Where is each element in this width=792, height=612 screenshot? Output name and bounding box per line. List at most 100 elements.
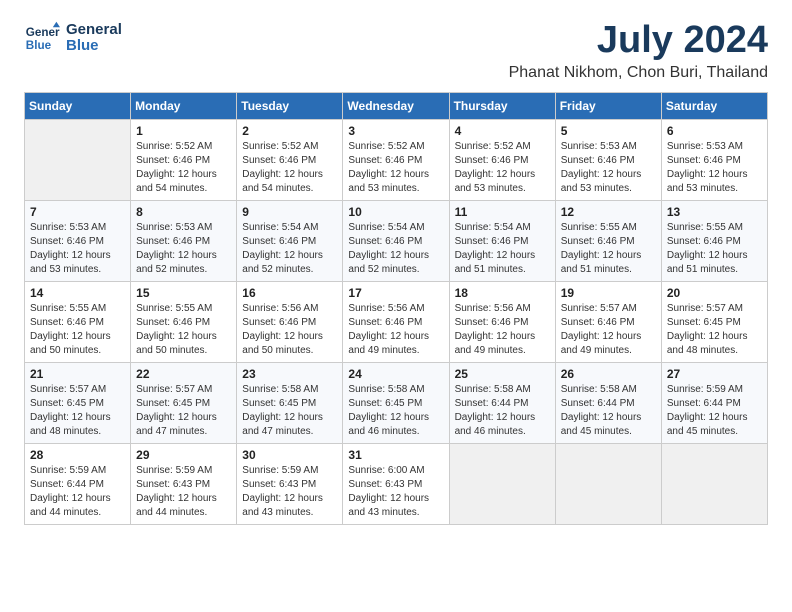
calendar-cell: 9 Sunrise: 5:54 AM Sunset: 6:46 PM Daylig… <box>237 200 343 281</box>
calendar-cell: 18Sunrise: 5:56 AM Sunset: 6:46 PM Dayli… <box>449 281 555 362</box>
calendar-week-row: 21Sunrise: 5:57 AM Sunset: 6:45 PM Dayli… <box>25 362 768 443</box>
day-number: 15 <box>136 286 231 300</box>
location-title: Phanat Nikhom, Chon Buri, Thailand <box>509 64 768 82</box>
day-info: Sunrise: 5:55 AM Sunset: 6:46 PM Dayligh… <box>561 221 656 277</box>
calendar-cell: 1 Sunrise: 5:52 AM Sunset: 6:46 PM Daylig… <box>131 119 237 200</box>
calendar-cell: 13 Sunrise: 5:55 AM Sunset: 6:46 PM Dayli… <box>661 200 767 281</box>
day-number: 3 <box>348 124 443 138</box>
calendar-cell: 24 Sunrise: 5:58 AM Sunset: 6:45 PM Dayli… <box>343 362 449 443</box>
day-number: 6 <box>667 124 762 138</box>
day-of-week-header: Sunday <box>25 92 131 119</box>
day-info: Sunrise: 6:00 AM Sunset: 6:43 PM Dayligh… <box>348 464 443 520</box>
day-info: Sunrise: 5:57 AM Sunset: 6:46 PM Dayligh… <box>561 302 656 358</box>
day-number: 18 <box>455 286 550 300</box>
logo-icon: General Blue <box>24 20 60 56</box>
calendar-cell: 8 Sunrise: 5:53 AM Sunset: 6:46 PM Daylig… <box>131 200 237 281</box>
calendar-cell: 12 Sunrise: 5:55 AM Sunset: 6:46 PM Dayli… <box>555 200 661 281</box>
day-number: 25 <box>455 367 550 381</box>
calendar-cell: 20 Sunrise: 5:57 AM Sunset: 6:45 PM Dayli… <box>661 281 767 362</box>
day-number: 31 <box>348 448 443 462</box>
logo-text: General Blue <box>66 22 122 55</box>
calendar-cell: 6 Sunrise: 5:53 AM Sunset: 6:46 PM Daylig… <box>661 119 767 200</box>
day-info: Sunrise: 5:52 AM Sunset: 6:46 PM Dayligh… <box>242 140 337 196</box>
day-number: 13 <box>667 205 762 219</box>
day-info: Sunrise: 5:59 AM Sunset: 6:43 PM Dayligh… <box>242 464 337 520</box>
svg-text:General: General <box>26 26 60 39</box>
day-info: Sunrise: 5:55 AM Sunset: 6:46 PM Dayligh… <box>136 302 231 358</box>
calendar-cell: 29Sunrise: 5:59 AM Sunset: 6:43 PM Dayli… <box>131 443 237 524</box>
calendar-cell: 26 Sunrise: 5:58 AM Sunset: 6:44 PM Dayli… <box>555 362 661 443</box>
day-of-week-header: Friday <box>555 92 661 119</box>
day-of-week-header: Saturday <box>661 92 767 119</box>
day-info: Sunrise: 5:58 AM Sunset: 6:44 PM Dayligh… <box>561 383 656 439</box>
day-of-week-header: Wednesday <box>343 92 449 119</box>
day-info: Sunrise: 5:58 AM Sunset: 6:45 PM Dayligh… <box>242 383 337 439</box>
day-number: 26 <box>561 367 656 381</box>
day-info: Sunrise: 5:59 AM Sunset: 6:43 PM Dayligh… <box>136 464 231 520</box>
day-number: 7 <box>30 205 125 219</box>
day-info: Sunrise: 5:52 AM Sunset: 6:46 PM Dayligh… <box>348 140 443 196</box>
day-number: 23 <box>242 367 337 381</box>
calendar-cell: 22 Sunrise: 5:57 AM Sunset: 6:45 PM Dayli… <box>131 362 237 443</box>
calendar-table: SundayMondayTuesdayWednesdayThursdayFrid… <box>24 92 768 525</box>
calendar-week-row: 28Sunrise: 5:59 AM Sunset: 6:44 PM Dayli… <box>25 443 768 524</box>
day-info: Sunrise: 5:54 AM Sunset: 6:46 PM Dayligh… <box>455 221 550 277</box>
day-number: 24 <box>348 367 443 381</box>
calendar-cell: 21Sunrise: 5:57 AM Sunset: 6:45 PM Dayli… <box>25 362 131 443</box>
day-number: 20 <box>667 286 762 300</box>
day-number: 27 <box>667 367 762 381</box>
calendar-cell: 17Sunrise: 5:56 AM Sunset: 6:46 PM Dayli… <box>343 281 449 362</box>
day-number: 12 <box>561 205 656 219</box>
day-number: 5 <box>561 124 656 138</box>
day-info: Sunrise: 5:52 AM Sunset: 6:46 PM Dayligh… <box>455 140 550 196</box>
calendar-cell: 2Sunrise: 5:52 AM Sunset: 6:46 PM Daylig… <box>237 119 343 200</box>
day-info: Sunrise: 5:55 AM Sunset: 6:46 PM Dayligh… <box>667 221 762 277</box>
logo: General Blue General Blue <box>24 20 122 56</box>
day-info: Sunrise: 5:54 AM Sunset: 6:46 PM Dayligh… <box>348 221 443 277</box>
calendar-cell: 27 Sunrise: 5:59 AM Sunset: 6:44 PM Dayli… <box>661 362 767 443</box>
day-info: Sunrise: 5:56 AM Sunset: 6:46 PM Dayligh… <box>242 302 337 358</box>
calendar-cell: 5Sunrise: 5:53 AM Sunset: 6:46 PM Daylig… <box>555 119 661 200</box>
day-of-week-header: Tuesday <box>237 92 343 119</box>
day-info: Sunrise: 5:57 AM Sunset: 6:45 PM Dayligh… <box>667 302 762 358</box>
day-number: 1 <box>136 124 231 138</box>
calendar-week-row: 1 Sunrise: 5:52 AM Sunset: 6:46 PM Daylig… <box>25 119 768 200</box>
calendar-cell: 4 Sunrise: 5:52 AM Sunset: 6:46 PM Daylig… <box>449 119 555 200</box>
day-info: Sunrise: 5:59 AM Sunset: 6:44 PM Dayligh… <box>667 383 762 439</box>
day-info: Sunrise: 5:53 AM Sunset: 6:46 PM Dayligh… <box>667 140 762 196</box>
day-number: 11 <box>455 205 550 219</box>
calendar-cell: 28Sunrise: 5:59 AM Sunset: 6:44 PM Dayli… <box>25 443 131 524</box>
day-info: Sunrise: 5:53 AM Sunset: 6:46 PM Dayligh… <box>136 221 231 277</box>
calendar-cell: 31 Sunrise: 6:00 AM Sunset: 6:43 PM Dayli… <box>343 443 449 524</box>
day-number: 4 <box>455 124 550 138</box>
day-info: Sunrise: 5:52 AM Sunset: 6:46 PM Dayligh… <box>136 140 231 196</box>
day-number: 14 <box>30 286 125 300</box>
calendar-cell: 23 Sunrise: 5:58 AM Sunset: 6:45 PM Dayli… <box>237 362 343 443</box>
day-number: 28 <box>30 448 125 462</box>
calendar-cell <box>555 443 661 524</box>
day-number: 8 <box>136 205 231 219</box>
calendar-cell: 3 Sunrise: 5:52 AM Sunset: 6:46 PM Daylig… <box>343 119 449 200</box>
day-info: Sunrise: 5:57 AM Sunset: 6:45 PM Dayligh… <box>136 383 231 439</box>
calendar-cell: 25 Sunrise: 5:58 AM Sunset: 6:44 PM Dayli… <box>449 362 555 443</box>
day-info: Sunrise: 5:57 AM Sunset: 6:45 PM Dayligh… <box>30 383 125 439</box>
day-info: Sunrise: 5:58 AM Sunset: 6:44 PM Dayligh… <box>455 383 550 439</box>
calendar-cell: 11 Sunrise: 5:54 AM Sunset: 6:46 PM Dayli… <box>449 200 555 281</box>
calendar-cell: 15 Sunrise: 5:55 AM Sunset: 6:46 PM Dayli… <box>131 281 237 362</box>
calendar-week-row: 14 Sunrise: 5:55 AM Sunset: 6:46 PM Dayli… <box>25 281 768 362</box>
day-info: Sunrise: 5:58 AM Sunset: 6:45 PM Dayligh… <box>348 383 443 439</box>
calendar-cell: 16Sunrise: 5:56 AM Sunset: 6:46 PM Dayli… <box>237 281 343 362</box>
day-number: 30 <box>242 448 337 462</box>
calendar-header-row: SundayMondayTuesdayWednesdayThursdayFrid… <box>25 92 768 119</box>
day-info: Sunrise: 5:54 AM Sunset: 6:46 PM Dayligh… <box>242 221 337 277</box>
day-number: 19 <box>561 286 656 300</box>
day-number: 17 <box>348 286 443 300</box>
logo-line2: Blue <box>66 38 122 55</box>
header: General Blue General Blue July 2024 Phan… <box>24 20 768 82</box>
calendar-week-row: 7 Sunrise: 5:53 AM Sunset: 6:46 PM Daylig… <box>25 200 768 281</box>
day-number: 22 <box>136 367 231 381</box>
day-number: 9 <box>242 205 337 219</box>
calendar-cell: 30 Sunrise: 5:59 AM Sunset: 6:43 PM Dayli… <box>237 443 343 524</box>
day-number: 10 <box>348 205 443 219</box>
calendar-cell <box>661 443 767 524</box>
